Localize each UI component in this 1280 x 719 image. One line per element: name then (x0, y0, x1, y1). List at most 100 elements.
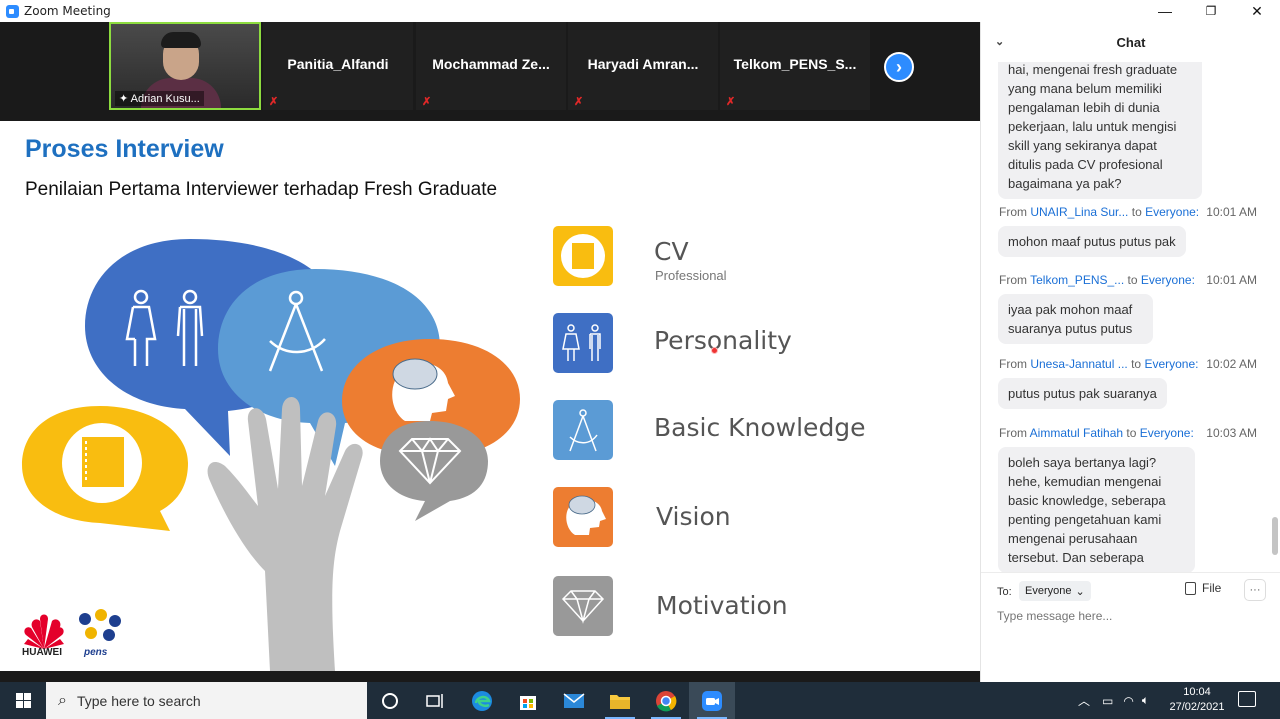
edge-app[interactable] (459, 682, 505, 719)
chat-time: 10:01 AM (1206, 205, 1257, 219)
zoom-app-icon (6, 4, 19, 18)
taskbar-clock[interactable]: 10:04 27/02/2021 (1168, 685, 1226, 715)
chat-time: 10:03 AM (1206, 426, 1257, 440)
chrome-app[interactable] (643, 682, 689, 719)
chat-time: 10:01 AM (1206, 273, 1257, 287)
mail-icon (563, 692, 585, 708)
wifi-icon[interactable]: ◠ (1123, 694, 1133, 708)
chat-message: boleh saya bertanya lagi? hehe, kemudian… (998, 447, 1195, 572)
task-view-icon (426, 693, 443, 708)
mic-muted-icon: ✗ (726, 96, 736, 108)
chat-scrollbar-thumb[interactable] (1272, 517, 1278, 555)
to-label: To: (997, 586, 1012, 598)
chat-message-meta: From Telkom_PENS_... to Everyone: 10:01 … (999, 273, 1257, 287)
laser-pointer (711, 347, 718, 354)
zoom-meeting-screen: Zoom Meeting — ❐ ✕ ✦ Adrian Kusu... ✗ Pa… (0, 0, 1280, 719)
mic-muted-icon: ✗ (422, 96, 432, 108)
close-button[interactable]: ✕ (1234, 0, 1280, 22)
zoom-app[interactable] (689, 682, 735, 719)
cortana-icon (382, 692, 398, 709)
folder-icon (610, 694, 630, 709)
participant-name: Telkom_PENS_S... (733, 56, 857, 72)
more-options-button[interactable]: ··· (1244, 579, 1266, 601)
chat-compose: To: Everyone ⌄ File ··· (981, 572, 1280, 682)
chevron-right-icon: › (896, 56, 902, 77)
store-app[interactable] (505, 682, 551, 719)
participant-name: ✦ Adrian Kusu... (115, 91, 204, 106)
chat-message: iyaa pak mohon maaf suaranya putus putus (998, 294, 1153, 344)
huawei-logo-text: HUAWEI (22, 647, 62, 658)
clock-time: 10:04 (1183, 686, 1211, 698)
chat-sender[interactable]: Aimmatul Fatihah (1030, 426, 1123, 440)
search-icon: ⌕ (58, 691, 67, 709)
chat-message-meta: From UNAIR_Lina Sur... to Everyone: 10:0… (999, 205, 1257, 219)
feature-sublabel-cv: Professional (655, 268, 727, 283)
feature-icon-motivation (553, 576, 613, 636)
participant-tile[interactable]: Telkom_PENS_S... ✗ (720, 22, 870, 110)
notification-icon[interactable] (1238, 691, 1256, 707)
zoom-icon (702, 690, 722, 711)
chat-time: 10:02 AM (1206, 357, 1257, 371)
mic-muted-icon: ✗ (574, 96, 584, 108)
file-button[interactable]: File (1185, 581, 1221, 595)
chat-header: ⌄ Chat (981, 22, 1280, 62)
chrome-icon (656, 690, 677, 711)
clock-date: 27/02/2021 (1169, 701, 1225, 713)
message-input[interactable] (997, 609, 1257, 623)
shared-slide: Proses Interview Penilaian Pertama Inter… (0, 121, 980, 671)
file-explorer-app[interactable] (597, 682, 643, 719)
chat-sender[interactable]: Unesa-Jannatul ... (1030, 357, 1127, 371)
file-icon (1185, 581, 1196, 595)
restore-button[interactable]: ❐ (1188, 0, 1234, 22)
participant-tile[interactable]: Mochammad Ze... ✗ (416, 22, 566, 110)
window-titlebar: Zoom Meeting — ❐ ✕ (0, 0, 1280, 22)
feature-label-cv: CV (654, 237, 689, 266)
feature-label-motivation: Motivation (656, 591, 788, 620)
participant-tile-active[interactable]: ✦ Adrian Kusu... ✗ (109, 22, 276, 110)
pens-logo (79, 609, 121, 641)
feature-icon-vision (553, 487, 613, 547)
recipient-select[interactable]: Everyone ⌄ (1019, 581, 1091, 601)
volume-icon[interactable]: 🔈︎ (1142, 693, 1149, 708)
feature-label-vision: Vision (656, 502, 731, 531)
window-title: Zoom Meeting (24, 4, 111, 18)
slide-bottom-bar (0, 671, 980, 682)
store-icon (520, 695, 536, 710)
pin-icon: ✦ (119, 93, 129, 105)
chat-scrollbar[interactable] (1271, 62, 1279, 572)
chevron-up-icon[interactable]: ︿ (1078, 692, 1090, 709)
taskbar-search[interactable]: ⌕ Type here to search (46, 682, 367, 719)
participant-tile[interactable]: Haryadi Amran... ✗ (568, 22, 718, 110)
windows-icon (15, 693, 31, 708)
huawei-logo (24, 614, 64, 649)
minimize-button[interactable]: — (1142, 0, 1188, 22)
chevron-down-icon[interactable]: ⌄ (995, 35, 1004, 48)
slide-illustration (22, 226, 613, 671)
chat-message: mohon maaf putus putus pak (998, 226, 1186, 257)
chat-message-meta: From Unesa-Jannatul ... to Everyone: 10:… (999, 357, 1257, 371)
pens-logo-text: pens (84, 647, 108, 658)
feature-icon-cv (553, 226, 613, 286)
chat-message: putus putus pak suaranya (998, 378, 1167, 409)
start-button[interactable] (0, 682, 46, 719)
participant-name: Haryadi Amran... (587, 56, 699, 72)
chat-message-meta: From Aimmatul Fatihah to Everyone: 10:03… (999, 426, 1257, 440)
mail-app[interactable] (551, 682, 597, 719)
participant-tile[interactable]: Panitia_Alfandi ✗ (263, 22, 413, 110)
feature-icon-basic-knowledge (553, 400, 613, 460)
system-tray: ︿ ▭ ◠ 🔈︎ (1078, 682, 1149, 719)
participant-name: Mochammad Ze... (432, 56, 550, 72)
chat-title: Chat (1116, 34, 1146, 50)
chat-sender[interactable]: Telkom_PENS_... (1030, 273, 1124, 287)
battery-icon[interactable]: ▭ (1102, 694, 1113, 708)
chat-panel: ⌄ Chat hai, mengenai fresh graduate yang… (980, 22, 1280, 682)
edge-icon (472, 690, 492, 711)
task-view-button[interactable] (412, 682, 458, 719)
notebook-icon (62, 423, 142, 503)
chat-message-list[interactable]: hai, mengenai fresh graduate yang mana b… (981, 62, 1271, 572)
chat-sender[interactable]: UNAIR_Lina Sur... (1030, 205, 1128, 219)
windows-taskbar: ⌕ Type here to search ︿ ▭ ◠ 🔈︎ 10:04 27/… (0, 682, 1280, 719)
next-participants-button[interactable]: › (884, 52, 914, 82)
cortana-button[interactable] (367, 682, 413, 719)
feature-icon-personality (553, 313, 613, 373)
